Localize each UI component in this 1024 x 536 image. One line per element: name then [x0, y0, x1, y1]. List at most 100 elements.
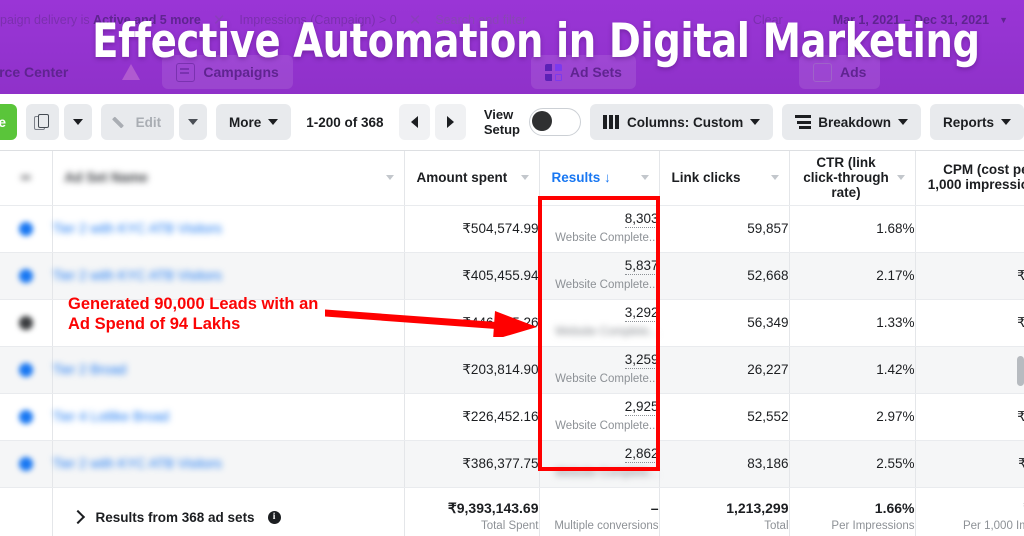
results-subtitle: Website Complete... — [555, 373, 659, 385]
vertical-scrollbar-thumb[interactable] — [1017, 356, 1024, 386]
results-cell[interactable]: 2,925 Website Complete... — [539, 393, 660, 441]
results-header-label: Results ↓ — [551, 169, 611, 185]
duplicate-icon — [34, 114, 50, 130]
table-row[interactable]: Tier 4 Lotlike Broad ₹226,452.16 2,925 W… — [0, 393, 1024, 441]
results-cell[interactable]: 8,303 Website Complete... — [539, 205, 660, 253]
status-toggle-icon[interactable] — [18, 268, 33, 283]
cpm-cell: ₹110.1 — [915, 346, 1024, 394]
status-toggle-icon[interactable] — [18, 315, 33, 330]
ctr-cell: 2.17% — [789, 252, 916, 300]
breakdown-label: Breakdown — [818, 114, 891, 130]
chevron-down-icon[interactable] — [896, 174, 905, 180]
chevron-down-icon[interactable] — [385, 174, 394, 180]
breakdown-button[interactable]: Breakdown — [782, 104, 921, 140]
footer-toggle-cell — [0, 486, 53, 536]
chevron-down-icon — [898, 119, 908, 125]
chevron-down-icon[interactable]: ▼ — [999, 15, 1008, 25]
column-header-cpm[interactable]: CPM (cost per 1,000 impressions) — [915, 150, 1024, 206]
ad-set-name-cell[interactable]: Tier 2 with KYC ATB Visitors — [52, 440, 405, 488]
columns-label: Columns: Custom — [626, 114, 744, 130]
ad-sets-table-container[interactable]: •• Ad Set Name Amount spent Results ↓ Li… — [0, 150, 1024, 536]
results-value[interactable]: 2,862 — [624, 446, 659, 463]
table-row[interactable]: Tier 2 with KYC ATB Visitors ₹504,574.99… — [0, 205, 1024, 253]
row-toggle-cell[interactable] — [0, 205, 53, 253]
results-cell[interactable]: 2,862 Website Complete... — [539, 440, 660, 488]
results-value[interactable]: 5,837 — [624, 258, 659, 275]
view-setup-toggle[interactable] — [528, 108, 581, 136]
cpm-cell: ₹118.4 — [915, 440, 1024, 488]
results-cell[interactable]: 3,259 Website Complete... — [539, 346, 660, 394]
column-header-toggle[interactable]: •• — [0, 150, 53, 206]
results-cell[interactable]: 5,837 Website Complete... — [539, 252, 660, 300]
previous-page-button[interactable] — [398, 104, 430, 140]
results-cell[interactable]: 3,292 Website Complete... — [539, 299, 660, 347]
edit-dropdown-button[interactable] — [179, 104, 207, 140]
ad-set-name-header-label: Ad Set Name — [64, 169, 148, 185]
results-value[interactable]: 2,925 — [624, 399, 659, 416]
chevron-right-icon[interactable] — [70, 509, 85, 525]
ctr-cell: 1.42% — [789, 346, 916, 394]
amount-spent-cell: ₹386,377.75 — [404, 440, 540, 488]
results-subtitle: Website Complete... — [555, 232, 659, 244]
info-icon[interactable]: i — [267, 510, 281, 524]
amount-spent-cell: ₹504,574.99 — [404, 205, 540, 253]
create-button[interactable]: te — [0, 104, 18, 140]
columns-button[interactable]: Columns: Custom — [589, 104, 774, 140]
column-header-amount-spent[interactable]: Amount spent — [404, 150, 540, 206]
ctr-header-label: CTR (link click-through rate) — [803, 154, 889, 200]
link-clicks-cell: 52,668 — [659, 252, 790, 300]
next-page-button[interactable] — [434, 104, 466, 140]
column-header-ctr[interactable]: CTR (link click-through rate) — [789, 150, 916, 206]
edit-label: Edit — [135, 114, 162, 130]
results-subtitle: Website Complete... — [555, 420, 659, 432]
footer-cpm-label: Per 1,000 Impressi — [962, 519, 1024, 532]
status-toggle-icon[interactable] — [18, 221, 33, 236]
duplicate-dropdown-button[interactable] — [63, 104, 92, 140]
results-value[interactable]: 3,292 — [624, 305, 659, 322]
chevron-down-icon[interactable] — [520, 174, 529, 180]
footer-link-clicks-value: 1,213,299 — [726, 499, 789, 516]
edit-button[interactable]: Edit — [100, 104, 175, 140]
column-header-ad-set-name[interactable]: Ad Set Name — [52, 150, 405, 206]
chevron-down-icon[interactable] — [770, 174, 779, 180]
results-value[interactable]: 3,259 — [624, 352, 659, 369]
table-row[interactable]: Tier 2 Broad ₹203,814.90 3,259 Website C… — [0, 346, 1024, 394]
ad-set-name-cell[interactable]: Tier 2 with KYC ATB Visitors — [52, 205, 405, 253]
cpm-cell: ₹128.1 — [915, 393, 1024, 441]
ad-sets-table: •• Ad Set Name Amount spent Results ↓ Li… — [0, 150, 1024, 536]
chevron-down-icon — [72, 119, 83, 125]
footer-label-cell[interactable]: Results from 368 ad sets i — [52, 486, 405, 536]
row-toggle-cell[interactable] — [0, 346, 53, 394]
ad-set-name-cell[interactable]: Tier 4 Lotlike Broad — [52, 393, 405, 441]
status-toggle-icon[interactable] — [18, 409, 33, 424]
footer-results-label: Multiple conversions — [554, 519, 659, 532]
ad-set-name-label: Tier 4 Lotlike Broad — [52, 409, 170, 424]
status-toggle-icon[interactable] — [18, 456, 33, 471]
arrow-right-icon — [446, 116, 454, 128]
reports-button[interactable]: Reports — [930, 104, 1024, 140]
table-body: Tier 2 with KYC ATB Visitors ₹504,574.99… — [0, 205, 1024, 488]
row-toggle-cell[interactable] — [0, 393, 53, 441]
results-value[interactable]: 8,303 — [624, 211, 659, 228]
reports-label: Reports — [943, 114, 995, 130]
amount-spent-cell: ₹203,814.90 — [404, 346, 540, 394]
chevron-down-icon[interactable] — [640, 174, 649, 180]
table-row[interactable]: Tier 2 with KYC ATB Visitors ₹386,377.75… — [0, 440, 1024, 488]
footer-amount-spent-cell: ₹9,393,143.69 Total Spent — [404, 486, 540, 536]
view-setup-line2: Setup — [483, 122, 520, 137]
ad-set-name-cell[interactable]: Tier 2 Broad — [52, 346, 405, 394]
more-button[interactable]: More — [216, 104, 292, 140]
ad-set-name-cell[interactable]: Tier 2 with KYC ATB Visitors — [52, 252, 405, 300]
row-toggle-cell[interactable] — [0, 299, 53, 347]
status-toggle-icon[interactable] — [18, 362, 33, 377]
row-toggle-cell[interactable] — [0, 440, 53, 488]
ctr-cell: 2.97% — [789, 393, 916, 441]
column-header-link-clicks[interactable]: Link clicks — [659, 150, 790, 206]
column-header-results[interactable]: Results ↓ — [539, 150, 660, 206]
table-row[interactable]: Tier 2 with KYC ATB Visitors ₹405,455.94… — [0, 252, 1024, 300]
footer-link-clicks-label: Total — [764, 519, 789, 532]
duplicate-button[interactable] — [26, 104, 59, 140]
row-toggle-cell[interactable] — [0, 252, 53, 300]
table-toolbar: te Edit More 1-200 of 368 View Setup Col… — [0, 94, 1024, 151]
page-title: Effective Automation in Digital Marketin… — [92, 14, 980, 69]
